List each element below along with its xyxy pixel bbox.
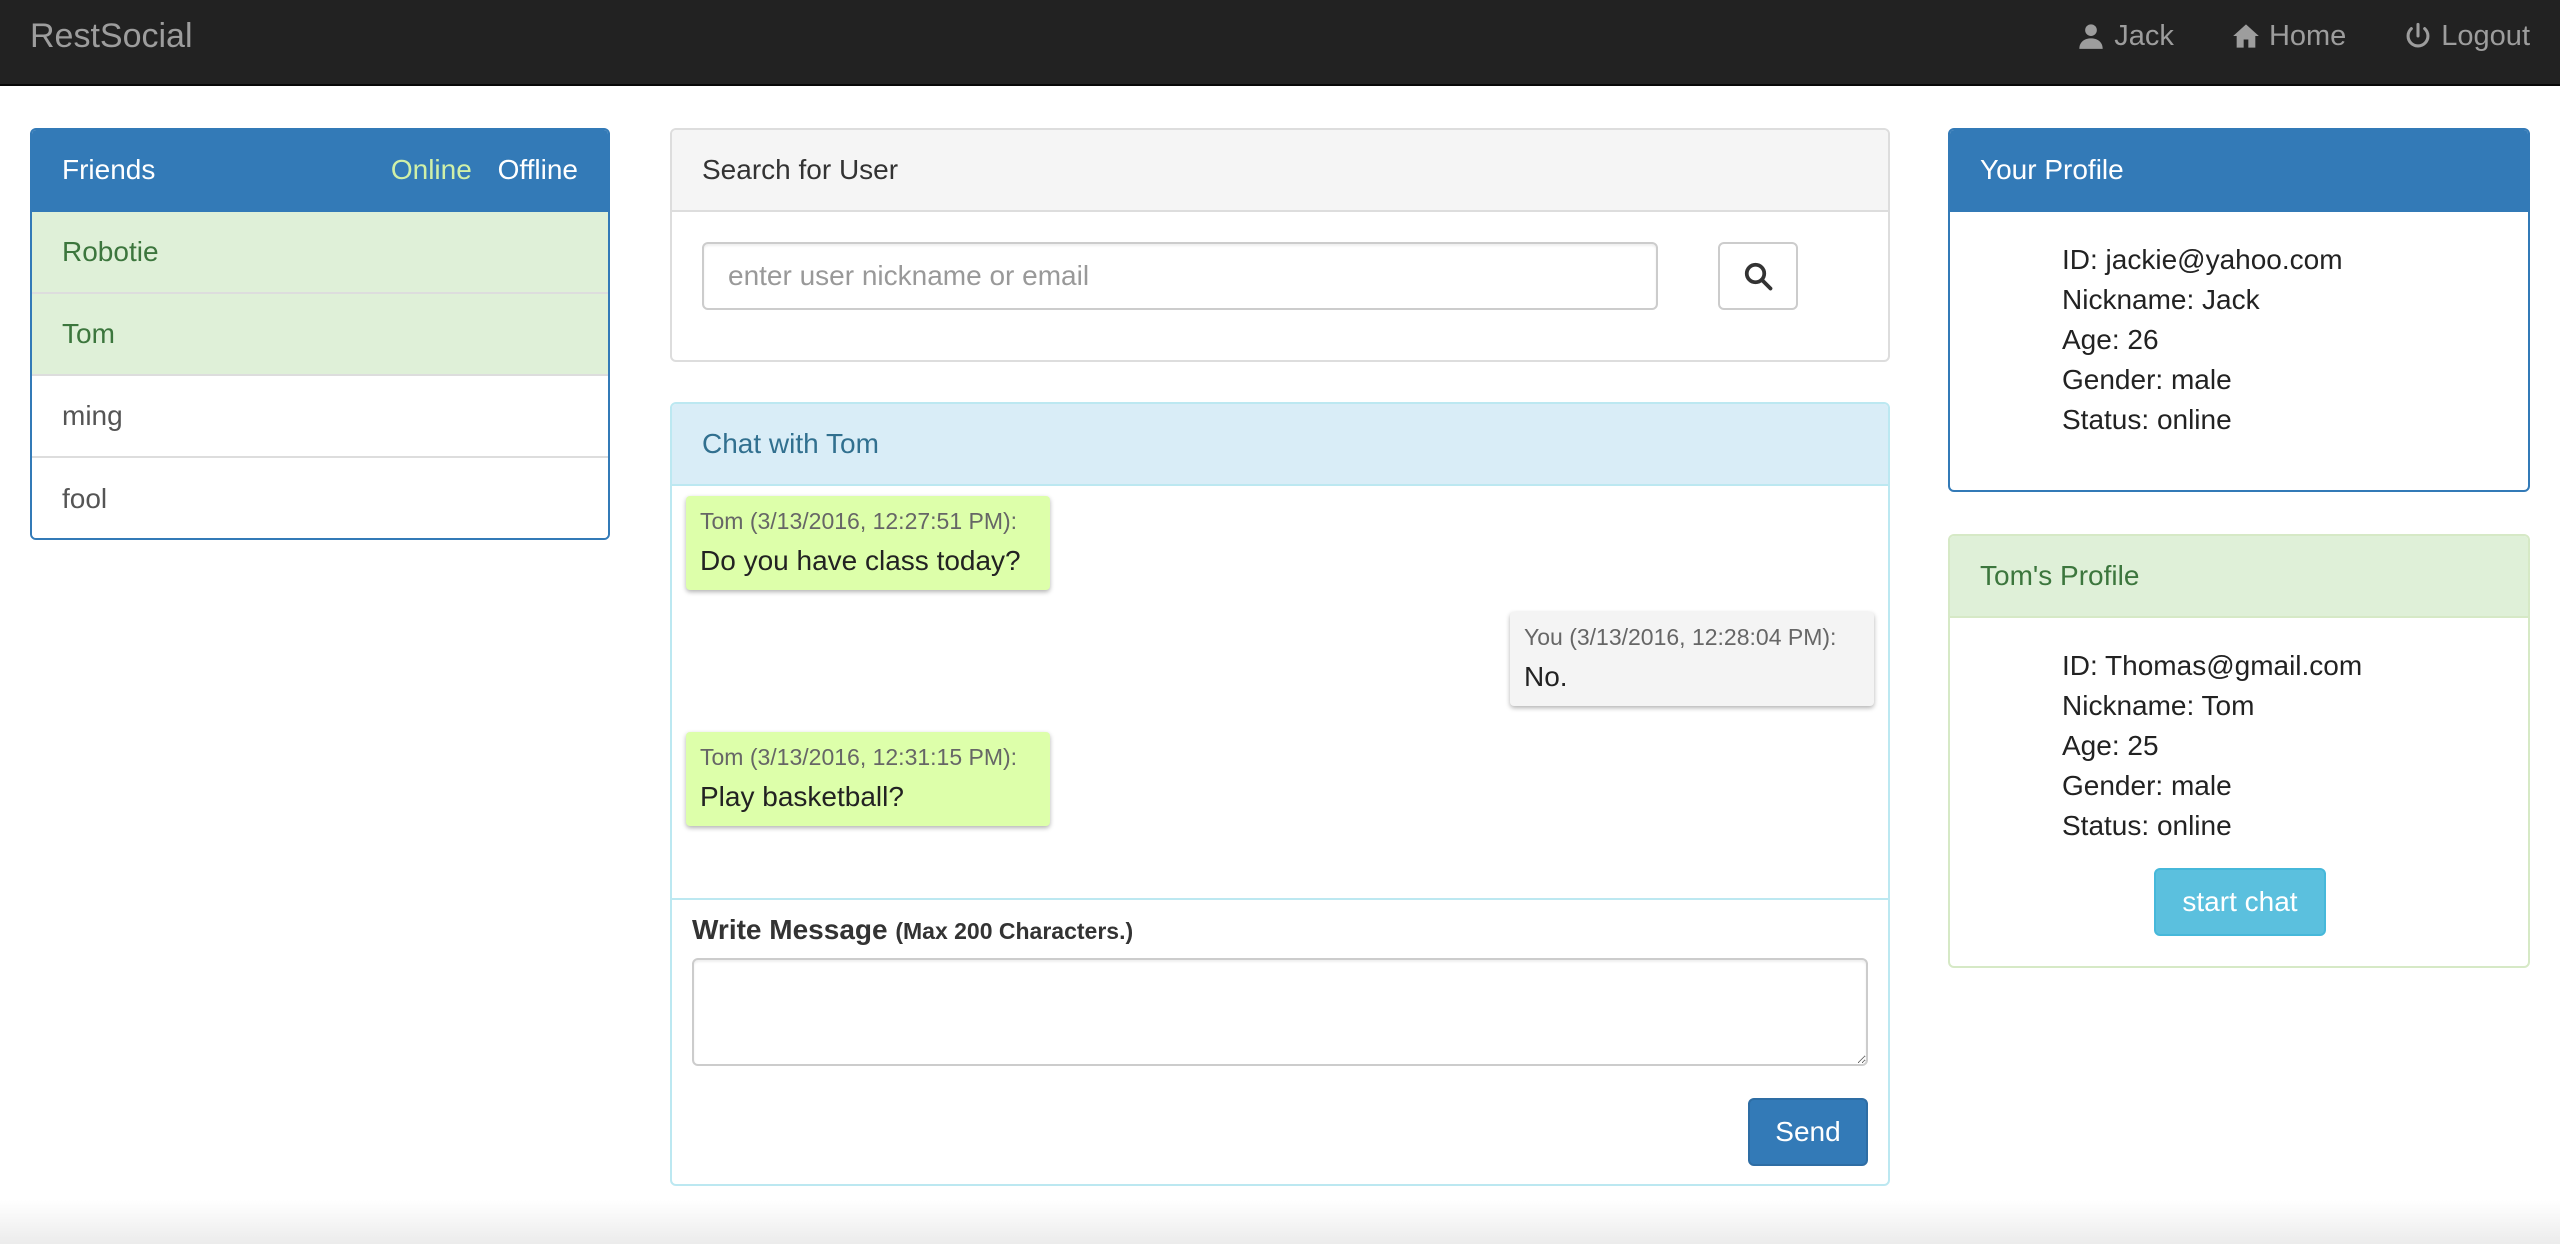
search-input[interactable]	[702, 242, 1658, 310]
write-message-label: Write Message (Max 200 Characters.)	[692, 914, 1133, 946]
profile-nickname: Nickname: Tom	[2062, 690, 2255, 721]
bottom-shadow	[0, 1200, 2560, 1244]
message-text: Do you have class today?	[700, 545, 1021, 576]
chat-heading: Chat with Tom	[672, 404, 1888, 486]
profile-age: Age: 26	[2062, 324, 2159, 355]
message-textarea[interactable]	[692, 958, 1868, 1066]
friend-item-fool[interactable]: fool	[32, 458, 608, 538]
chat-message: Tom (3/13/2016, 12:27:51 PM): Do you hav…	[686, 496, 1050, 590]
search-icon	[1744, 262, 1773, 291]
message-meta: You (3/13/2016, 12:28:04 PM):	[1524, 624, 1837, 650]
friend-item-robotie[interactable]: Robotie	[32, 212, 608, 294]
toms-profile-body: ID: Thomas@gmail.com Nickname: Tom Age: …	[1950, 618, 2528, 846]
message-meta: Tom (3/13/2016, 12:27:51 PM):	[700, 508, 1018, 534]
friends-heading: Friends Online Offline	[32, 130, 608, 212]
user-icon	[2079, 24, 2103, 49]
filter-online-link[interactable]: Online	[391, 154, 472, 185]
profile-id: ID: Thomas@gmail.com	[2062, 650, 2363, 681]
profile-id: ID: jackie@yahoo.com	[2062, 244, 2343, 275]
friend-item-tom[interactable]: Tom	[32, 294, 608, 376]
chat-message: You (3/13/2016, 12:28:04 PM): No.	[1510, 612, 1874, 706]
home-icon	[2233, 24, 2259, 48]
friends-filter: Online Offline	[373, 154, 578, 186]
profile-age: Age: 25	[2062, 730, 2159, 761]
power-icon	[2406, 22, 2430, 48]
nav-logout-label: Logout	[2441, 19, 2530, 52]
search-button[interactable]	[1718, 242, 1798, 310]
chat-panel: Chat with Tom Tom (3/13/2016, 12:27:51 P…	[670, 402, 1890, 1186]
your-profile-panel: Your Profile ID: jackie@yahoo.com Nickna…	[1948, 128, 2530, 492]
message-text: No.	[1524, 661, 1568, 692]
brand-logo[interactable]: RestSocial	[30, 0, 193, 86]
send-button[interactable]: Send	[1748, 1098, 1868, 1166]
nav-logout-link[interactable]: Logout	[2404, 20, 2530, 53]
search-panel: Search for User	[670, 128, 1890, 362]
chat-message: Tom (3/13/2016, 12:31:15 PM): Play baske…	[686, 732, 1050, 826]
toms-profile-panel: Tom's Profile ID: Thomas@gmail.com Nickn…	[1948, 534, 2530, 968]
filter-offline-link[interactable]: Offline	[498, 154, 578, 185]
write-message-title: Write Message	[692, 914, 888, 945]
profile-status: Status: online	[2062, 810, 2232, 841]
write-message-hint: (Max 200 Characters.)	[895, 918, 1134, 944]
friend-item-ming[interactable]: ming	[32, 376, 608, 458]
profile-nickname: Nickname: Jack	[2062, 284, 2260, 315]
nav-home-label: Home	[2268, 19, 2347, 52]
navbar: RestSocial Jack Home Logout	[0, 0, 2560, 86]
friends-title: Friends	[62, 154, 156, 185]
toms-profile-heading: Tom's Profile	[1950, 536, 2528, 618]
message-text: Play basketball?	[700, 781, 904, 812]
search-heading: Search for User	[672, 130, 1888, 212]
message-meta: Tom (3/13/2016, 12:31:15 PM):	[700, 744, 1018, 770]
your-profile-heading: Your Profile	[1950, 130, 2528, 212]
start-chat-button[interactable]: start chat	[2154, 868, 2326, 936]
friends-panel: Friends Online Offline Robotie Tom ming …	[30, 128, 610, 540]
nav-user-label: Jack	[2114, 19, 2174, 52]
profile-gender: Gender: male	[2062, 364, 2232, 395]
nav-home-link[interactable]: Home	[2232, 20, 2346, 53]
navbar-links: Jack Home Logout	[2019, 0, 2530, 72]
nav-user-link[interactable]: Jack	[2077, 20, 2174, 53]
profile-status: Status: online	[2062, 404, 2232, 435]
your-profile-body: ID: jackie@yahoo.com Nickname: Jack Age:…	[1950, 212, 2528, 440]
chat-divider	[672, 898, 1888, 900]
profile-gender: Gender: male	[2062, 770, 2232, 801]
